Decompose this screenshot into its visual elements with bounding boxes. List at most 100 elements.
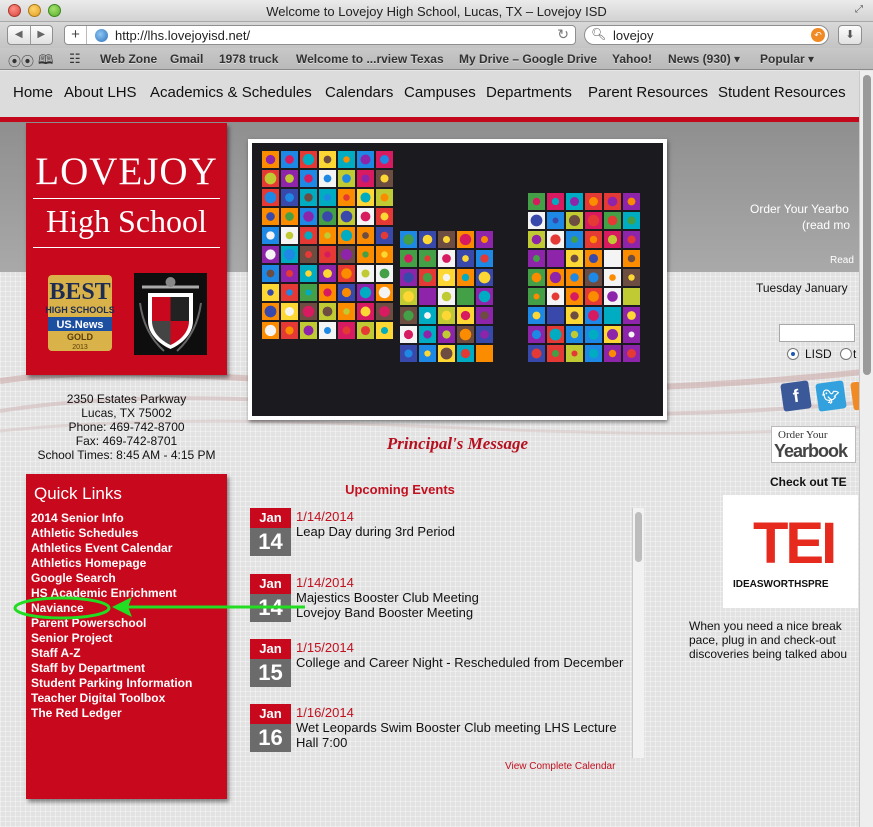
bookmark-item[interactable]: Web Zone (100, 52, 157, 66)
bookmark-item[interactable]: News (930) ▾ (668, 52, 740, 66)
radio-lisd[interactable] (787, 348, 799, 360)
quick-link-parent-powerschool[interactable]: Parent Powerschool (31, 616, 192, 631)
logo-divider (33, 198, 220, 199)
quick-link-athletics-homepage[interactable]: Athletics Homepage (31, 556, 192, 571)
ted-tagline: IDEASWORTHSPRE (733, 579, 829, 590)
event-title[interactable]: Lovejoy Band Booster Meeting (296, 605, 473, 620)
nav-departments[interactable]: Departments (486, 84, 572, 101)
event-title[interactable]: Leap Day during 3rd Period (296, 524, 455, 539)
quick-link-red-ledger[interactable]: The Red Ledger (31, 706, 192, 721)
search-icon: 🔍︎ (591, 27, 607, 41)
best-high-schools-badge: BEST HIGH SCHOOLS US.News GOLD 2013 (45, 275, 115, 351)
quick-link-staff-by-department[interactable]: Staff by Department (31, 661, 192, 676)
address-school-times: School Times: 8:45 AM - 4:15 PM (37, 448, 216, 462)
quick-link-athletic-schedules[interactable]: Athletic Schedules (31, 526, 192, 541)
quick-link-google-search[interactable]: Google Search (31, 571, 192, 586)
bookmark-item[interactable]: Welcome to ...rview Texas (296, 52, 444, 66)
quick-link-academic-enrichment[interactable]: HS Academic Enrichment (31, 586, 192, 601)
event-day: 15 (250, 659, 291, 687)
bookmark-item[interactable]: 1978 truck (219, 52, 278, 66)
radio-other[interactable] (840, 348, 852, 360)
yearbook-banner-big: Yearbook (774, 441, 848, 461)
nav-buttons: ◀ ▶ (7, 25, 53, 45)
event-month: Jan (250, 704, 291, 724)
event-day: 14 (250, 528, 291, 556)
window-title: Welcome to Lovejoy High School, Lucas, T… (266, 4, 607, 19)
address-phone: Phone: 469-742-8700 (68, 420, 185, 434)
bookmark-item[interactable]: My Drive – Google Drive (459, 52, 597, 66)
event-title[interactable]: Wet Leopards Swim Booster Club meeting L… (296, 720, 617, 735)
quick-link-senior-info[interactable]: 2014 Senior Info (31, 511, 192, 526)
check-out-ted-heading: Check out TE (770, 475, 847, 489)
event-title[interactable]: Majestics Booster Club Meeting (296, 590, 479, 605)
radio-other-label: t (853, 347, 857, 361)
event-month: Jan (250, 574, 291, 594)
fullscreen-icon[interactable]: ⤢ (851, 4, 867, 18)
ted-logo: TEI (753, 511, 837, 576)
quick-link-staff-a-z[interactable]: Staff A-Z (31, 646, 192, 661)
snapback-icon[interactable]: ↶ (811, 28, 825, 42)
forward-arrow-icon[interactable]: ▶ (31, 26, 53, 44)
nav-campuses[interactable]: Campuses (404, 84, 476, 101)
quick-link-naviance[interactable]: Naviance (31, 601, 192, 616)
quick-link-senior-project[interactable]: Senior Project (31, 631, 192, 646)
facebook-icon[interactable]: f (780, 380, 812, 412)
nav-student-resources[interactable]: Student Resources (718, 84, 846, 101)
read-more-link[interactable]: (read mo (802, 218, 850, 232)
site-search-input[interactable] (779, 324, 855, 342)
art-tiles-photo (252, 143, 663, 416)
top-sites-grid-icon[interactable]: ☷ (69, 51, 81, 67)
bookmark-item[interactable]: Popular ▾ (760, 52, 814, 66)
bookmark-item[interactable]: Yahoo! (612, 52, 652, 66)
quick-link-athletics-calendar[interactable]: Athletics Event Calendar (31, 541, 192, 556)
page-scroll-thumb[interactable] (863, 75, 871, 375)
events-list: Jan 14 1/14/2014 Leap Day during 3rd Per… (250, 508, 645, 776)
quick-links-title: Quick Links (34, 484, 122, 503)
read-link[interactable]: Read (830, 255, 854, 266)
order-yearbook-text[interactable]: Order Your Yearbo (750, 202, 849, 216)
upcoming-events-title: Upcoming Events (345, 482, 455, 497)
ted-banner[interactable]: TEI IDEASWORTHSPRE (723, 495, 858, 608)
event-date-tile: Jan 14 (250, 508, 291, 556)
web-page: Home About LHS Academics & Schedules Cal… (0, 71, 873, 827)
downloads-icon[interactable]: ⬇ (838, 25, 862, 45)
nav-home[interactable]: Home (13, 84, 53, 101)
current-date: Tuesday January (756, 281, 848, 295)
back-arrow-icon[interactable]: ◀ (8, 26, 31, 44)
window-titlebar: Welcome to Lovejoy High School, Lucas, T… (0, 0, 873, 22)
ted-desc-line: When you need a nice break (689, 619, 842, 633)
svg-text:BEST: BEST (49, 279, 110, 305)
order-yearbook-banner[interactable]: Order Your Yearbook (771, 426, 856, 463)
bookmarks-bar: ⦿⦿ 🕮︎ ☷ Web Zone Gmail 1978 truck Welcom… (0, 48, 873, 70)
address-bar[interactable]: + http://lhs.lovejoyisd.net/ ↻ (64, 25, 576, 45)
twitter-icon[interactable]: 🐦︎ (815, 380, 847, 412)
logo-high-school: High School (46, 203, 207, 239)
featured-photo-frame[interactable] (248, 139, 667, 420)
event-date: 1/15/2014 (296, 640, 354, 655)
quick-link-teacher-toolbox[interactable]: Teacher Digital Toolbox (31, 691, 192, 706)
quick-link-student-parking[interactable]: Student Parking Information (31, 676, 192, 691)
nav-academics[interactable]: Academics & Schedules (150, 84, 312, 101)
quick-links-panel: Quick Links 2014 Senior Info Athletic Sc… (26, 474, 227, 799)
search-query[interactable]: lovejoy (613, 28, 653, 43)
logo-divider (33, 247, 220, 248)
page-scrollbar[interactable] (859, 71, 873, 827)
reading-list-icon[interactable]: ⦿⦿ (8, 51, 34, 70)
add-bookmark-icon[interactable]: + (65, 26, 87, 44)
bookmarks-book-icon[interactable]: 🕮︎ (38, 51, 53, 73)
event-title[interactable]: College and Career Night - Rescheduled f… (296, 655, 623, 670)
events-scrollbar[interactable] (632, 508, 644, 758)
school-logo[interactable]: LOVEJOY High School BEST HIGH SCHOOLS US… (26, 123, 227, 375)
view-complete-calendar-link[interactable]: View Complete Calendar (505, 761, 615, 772)
url-text[interactable]: http://lhs.lovejoyisd.net/ (115, 28, 250, 43)
reload-icon[interactable]: ↻ (557, 26, 569, 43)
event-title[interactable]: Hall 7:00 (296, 735, 347, 750)
nav-parent-resources[interactable]: Parent Resources (588, 84, 708, 101)
bookmark-item[interactable]: Gmail (170, 52, 203, 66)
principal-message-link[interactable]: Principal's Message (248, 434, 667, 454)
globe-icon (95, 29, 108, 42)
nav-calendars[interactable]: Calendars (325, 84, 393, 101)
search-field[interactable]: 🔍︎ lovejoy ↶ (584, 25, 829, 45)
events-scroll-thumb[interactable] (635, 512, 642, 562)
nav-about-lhs[interactable]: About LHS (64, 84, 137, 101)
